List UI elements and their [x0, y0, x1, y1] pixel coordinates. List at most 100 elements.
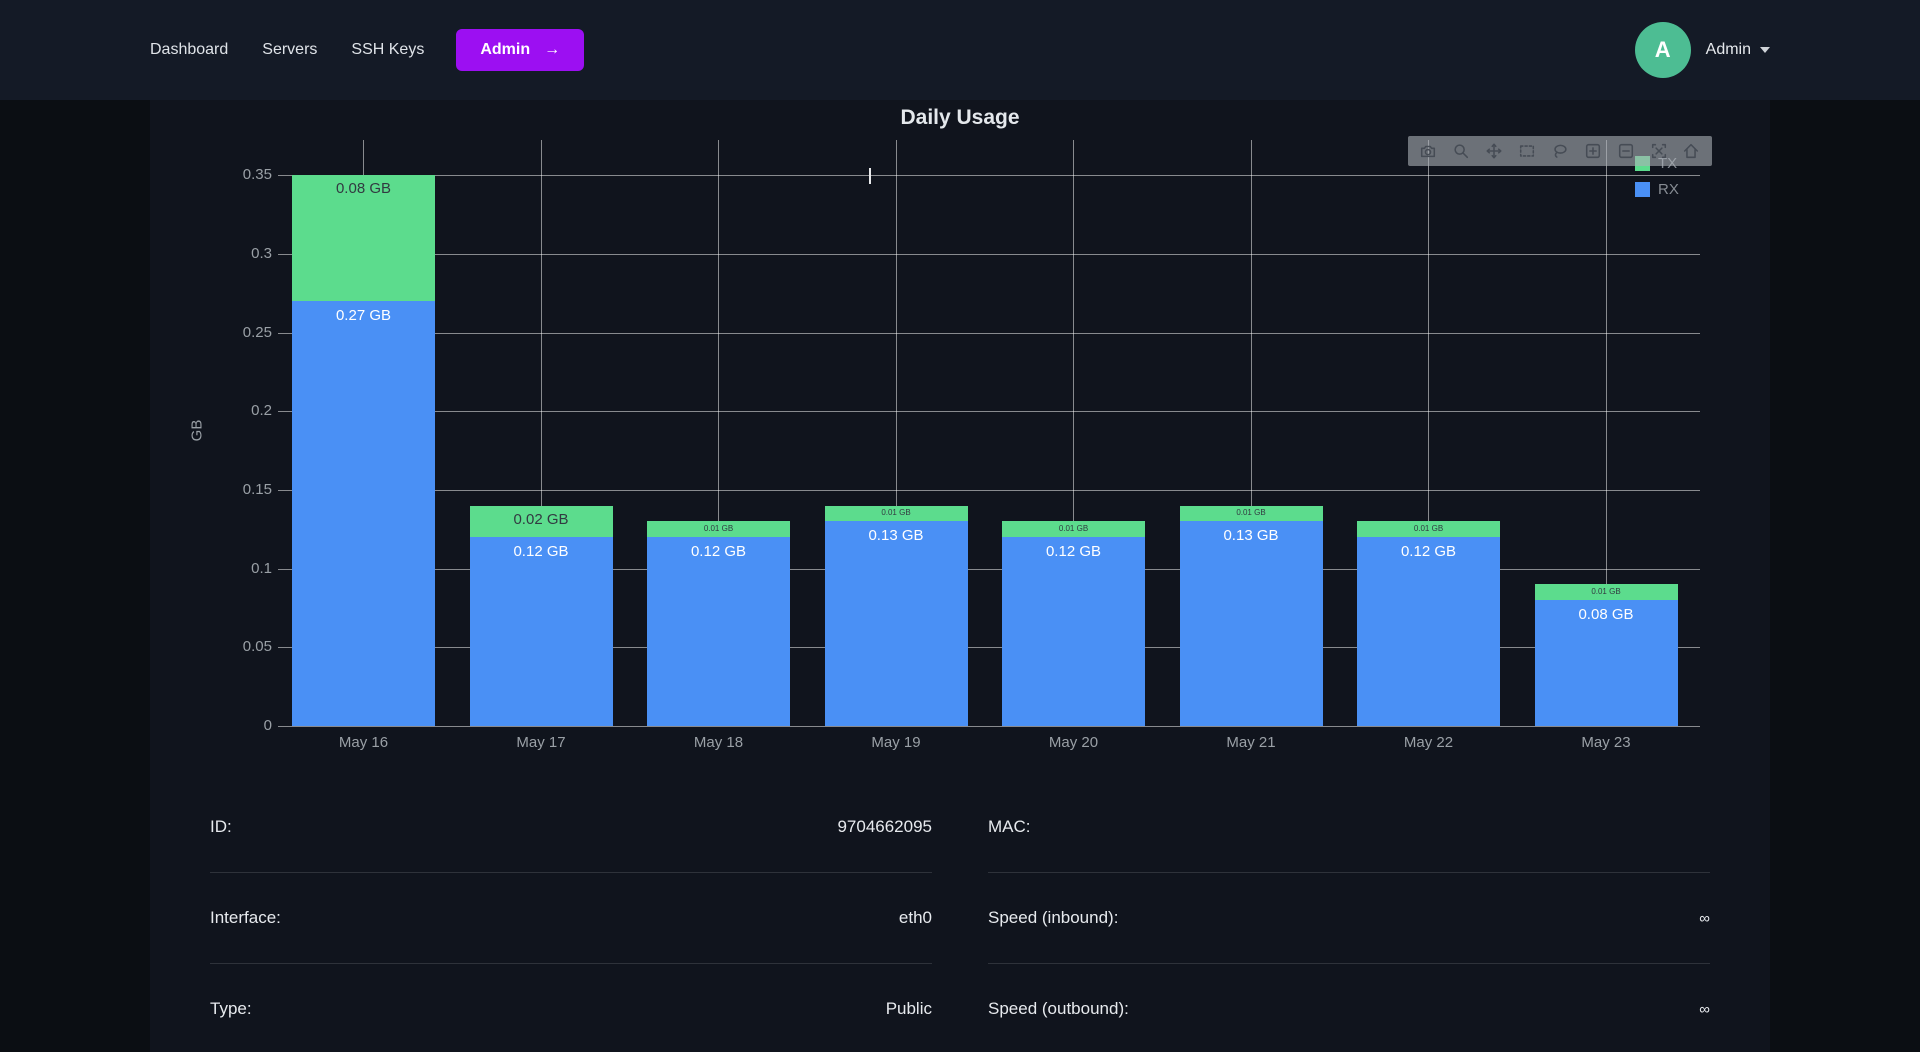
bar-rx-may-17[interactable] [470, 537, 613, 726]
bar-rx-may-16[interactable] [292, 301, 435, 726]
y-tick-label: 0.35 [190, 166, 272, 184]
bar-label-rx: 0.27 GB [292, 308, 435, 325]
y-tick-label: 0.2 [190, 402, 272, 420]
bar-label-tx: 0.01 GB [1535, 588, 1678, 597]
info-value: Public [886, 999, 932, 1019]
y-tick-mark [278, 569, 292, 570]
bar-label-rx: 0.08 GB [1535, 607, 1678, 624]
text-cursor-artifact [869, 168, 871, 184]
y-tick-mark [278, 726, 292, 727]
bar-rx-may-19[interactable] [825, 521, 968, 726]
zoom-in-icon[interactable] [1581, 139, 1605, 163]
bar-label-rx: 0.12 GB [1357, 544, 1500, 561]
lasso-icon[interactable] [1548, 139, 1572, 163]
info-row-speed-inbound-: Speed (inbound): ∞ [988, 873, 1710, 964]
bar-label-tx: 0.08 GB [292, 181, 435, 198]
info-value: 9704662095 [837, 817, 932, 837]
info-label: Speed (outbound): [988, 999, 1129, 1019]
y-tick-mark [278, 647, 292, 648]
bar-label-tx: 0.01 GB [647, 525, 790, 534]
gridline [292, 333, 1700, 334]
info-row-id: ID: 9704662095 [210, 782, 932, 873]
bar-label-rx: 0.12 GB [1002, 544, 1145, 561]
bar-label-rx: 0.13 GB [1180, 528, 1323, 545]
y-tick-mark [278, 490, 292, 491]
camera-icon[interactable] [1416, 139, 1440, 163]
info-value: ∞ [1699, 1001, 1710, 1018]
user-menu[interactable]: A Admin [1635, 22, 1770, 78]
bar-rx-may-22[interactable] [1357, 537, 1500, 726]
nav-links: Dashboard Servers SSH Keys [150, 41, 424, 59]
bar-label-tx: 0.01 GB [1357, 525, 1500, 534]
y-tick-label: 0.15 [190, 481, 272, 499]
info-label: Speed (inbound): [988, 908, 1118, 928]
info-label: ID: [210, 817, 232, 837]
y-axis-title: GB [188, 420, 205, 442]
info-value: eth0 [899, 908, 932, 928]
x-tick-label: May 18 [659, 734, 779, 752]
y-tick-label: 0.25 [190, 324, 272, 342]
plot-area: 0 0.05 0.1 0.15 0.2 0.25 0.3 0.35 May 16 May 17 Ma… [150, 100, 1770, 770]
x-tick-label: May 21 [1191, 734, 1311, 752]
y-tick-label: 0 [190, 717, 272, 735]
x-tick-label: May 16 [304, 734, 424, 752]
caret-down-icon [1760, 47, 1770, 53]
interface-info: ID: 9704662095 Interface: eth0 Type: Public MA… [150, 770, 1770, 1052]
x-tick-label: May 17 [481, 734, 601, 752]
zoom-out-icon[interactable] [1614, 139, 1638, 163]
autoscale-icon[interactable] [1647, 139, 1671, 163]
x-tick-label: May 20 [1014, 734, 1134, 752]
x-tick-label: May 19 [836, 734, 956, 752]
info-row-interface: Interface: eth0 [210, 873, 932, 964]
gridline [292, 490, 1700, 491]
bar-rx-may-20[interactable] [1002, 537, 1145, 726]
admin-button-label: Admin [480, 41, 530, 59]
info-label: Type: [210, 999, 252, 1019]
daily-usage-chart: Daily Usage 00.050.10.150.20.250.30.35Ma… [150, 100, 1770, 770]
gridline [292, 726, 1700, 727]
user-name: Admin [1706, 41, 1751, 59]
zoom-icon[interactable] [1449, 139, 1473, 163]
content-panel: Daily Usage 00.050.10.150.20.250.30.35Ma… [150, 100, 1770, 1052]
info-column-left: ID: 9704662095 Interface: eth0 Type: Public [210, 782, 932, 1052]
modebar [1408, 136, 1712, 166]
info-label: Interface: [210, 908, 281, 928]
gridline [292, 411, 1700, 412]
avatar[interactable]: A [1635, 22, 1691, 78]
bar-label-tx: 0.01 GB [825, 509, 968, 518]
y-tick-mark [278, 333, 292, 334]
y-tick-mark [278, 175, 292, 176]
legend-item-rx[interactable]: RX [1635, 181, 1679, 198]
y-tick-label: 0.3 [190, 245, 272, 263]
bar-label-rx: 0.13 GB [825, 528, 968, 545]
bar-rx-may-21[interactable] [1180, 521, 1323, 726]
info-row-type: Type: Public [210, 964, 932, 1052]
bar-rx-may-18[interactable] [647, 537, 790, 726]
bar-label-tx: 0.01 GB [1002, 525, 1145, 534]
y-tick-mark [278, 254, 292, 255]
info-row-speed-outbound-: Speed (outbound): ∞ [988, 964, 1710, 1052]
info-column-right: MAC: Speed (inbound): ∞ Speed (outbound): ∞ [988, 782, 1710, 1052]
bar-label-tx: 0.01 GB [1180, 509, 1323, 518]
pan-icon[interactable] [1482, 139, 1506, 163]
bar-label-rx: 0.12 GB [470, 544, 613, 561]
nav-link-dashboard[interactable]: Dashboard [150, 41, 228, 59]
y-tick-label: 0.1 [190, 560, 272, 578]
x-tick-label: May 23 [1546, 734, 1666, 752]
gridline [292, 175, 1700, 176]
bar-label-rx: 0.12 GB [647, 544, 790, 561]
gridline [292, 254, 1700, 255]
info-row-mac: MAC: [988, 782, 1710, 873]
legend-label: RX [1658, 181, 1679, 198]
legend-swatch-rx [1635, 182, 1650, 197]
top-nav: Dashboard Servers SSH Keys Admin → A Admin [0, 0, 1920, 100]
admin-button[interactable]: Admin → [456, 29, 584, 71]
reset-axes-icon[interactable] [1679, 139, 1703, 163]
info-label: MAC: [988, 817, 1031, 837]
nav-link-ssh-keys[interactable]: SSH Keys [351, 41, 424, 59]
info-value: ∞ [1699, 910, 1710, 927]
box-select-icon[interactable] [1515, 139, 1539, 163]
nav-link-servers[interactable]: Servers [262, 41, 317, 59]
y-tick-label: 0.05 [190, 638, 272, 656]
arrow-right-icon: → [544, 41, 560, 59]
